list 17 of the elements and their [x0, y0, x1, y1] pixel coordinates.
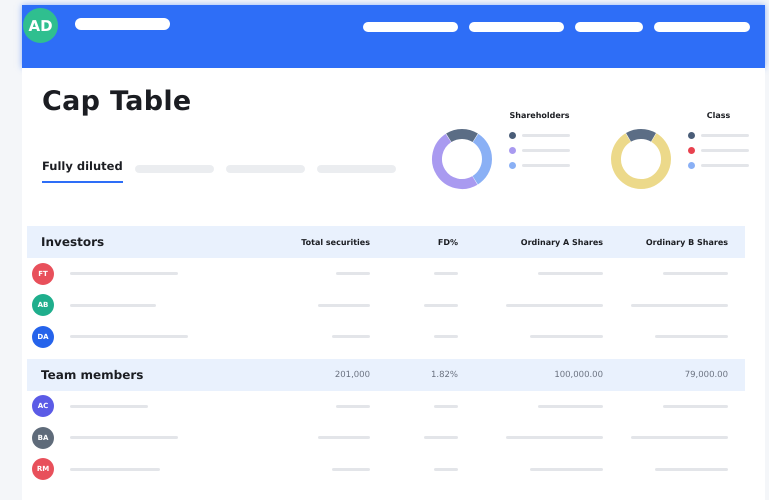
column-header: FD% [436, 238, 458, 246]
total-cell-text: 201,000 [334, 370, 370, 380]
donut-chart [610, 128, 672, 190]
tab[interactable]: Fully diluted [42, 155, 123, 183]
total-cell-text: 1.82% [430, 370, 458, 380]
donut-chart [431, 128, 493, 190]
column-header: Ordinary A Shares [520, 238, 603, 246]
placeholder-bar [575, 22, 643, 32]
column-header: Total securities [300, 238, 370, 246]
total-cell-text: 100,000.00 [553, 370, 603, 380]
section-title: Team members [41, 368, 144, 382]
page-title: Cap Table [42, 86, 192, 117]
column-header: Ordinary B Shares [644, 238, 728, 246]
total-cell-text: 79,000.00 [684, 370, 728, 380]
chart-title: Shareholders [509, 111, 570, 120]
section-title: Investors [41, 235, 106, 249]
chart-title: Class [706, 111, 730, 120]
